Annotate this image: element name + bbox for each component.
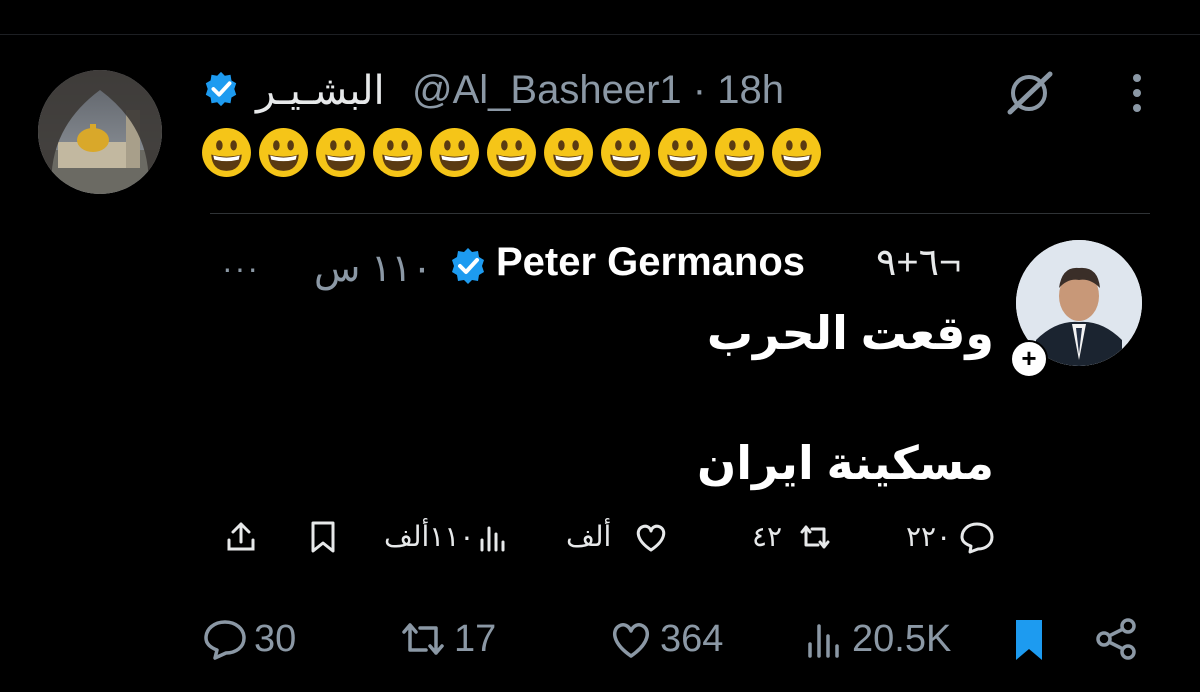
author-display-name[interactable]: البشـيـر bbox=[256, 68, 385, 114]
like-count: 364 bbox=[660, 618, 724, 660]
like-icon[interactable] bbox=[606, 614, 656, 664]
grinning-face-emoji bbox=[430, 128, 479, 177]
grinning-face-emoji bbox=[601, 128, 650, 177]
quoted-time: ١١٠ س bbox=[314, 248, 433, 290]
quoted-author-name-suffix: ٦+٩¬ bbox=[876, 242, 962, 284]
grinning-face-emoji bbox=[202, 128, 251, 177]
share-icon[interactable] bbox=[1092, 614, 1142, 664]
views-count: 20.5K bbox=[852, 618, 952, 660]
quoted-reply-icon[interactable] bbox=[958, 518, 996, 556]
quoted-text-line-2: مسكينة ايران bbox=[697, 437, 994, 489]
grinning-face-emoji bbox=[316, 128, 365, 177]
grinning-face-emoji bbox=[772, 128, 821, 177]
more-options-icon[interactable] bbox=[1124, 70, 1150, 116]
quoted-verified-badge-icon bbox=[452, 248, 484, 284]
quoted-views-count: ١١٠ألف bbox=[384, 521, 475, 552]
views-icon[interactable] bbox=[800, 614, 850, 664]
quoted-share-icon[interactable] bbox=[222, 518, 260, 556]
quoted-like-icon[interactable] bbox=[632, 518, 670, 556]
reply-count: 30 bbox=[254, 618, 297, 660]
author-handle-and-time[interactable]: @Al_Basheer1 · 18h bbox=[412, 68, 784, 113]
grok-icon[interactable] bbox=[1002, 66, 1056, 120]
bookmark-icon[interactable] bbox=[1004, 614, 1054, 664]
quoted-author-name[interactable]: Peter Germanos bbox=[496, 240, 805, 285]
quoted-more-icon[interactable]: ··· bbox=[222, 250, 260, 287]
reply-icon[interactable] bbox=[200, 614, 250, 664]
follow-plus-button[interactable]: + bbox=[1010, 340, 1048, 378]
grinning-face-emoji bbox=[487, 128, 536, 177]
quoted-bookmark-icon[interactable] bbox=[304, 518, 342, 556]
quoted-replies-count: ٢٢٠ bbox=[906, 521, 952, 552]
grinning-face-emoji bbox=[259, 128, 308, 177]
repost-count: 17 bbox=[454, 618, 497, 660]
quoted-likes-count: ألف bbox=[566, 521, 612, 552]
quoted-text-line-1: وقعت الحرب bbox=[706, 307, 994, 359]
quoted-views-icon[interactable] bbox=[474, 518, 512, 556]
author-avatar[interactable] bbox=[38, 70, 162, 194]
top-divider bbox=[0, 34, 1200, 35]
verified-badge-icon bbox=[205, 71, 237, 107]
grinning-face-emoji bbox=[715, 128, 764, 177]
grinning-face-emoji bbox=[658, 128, 707, 177]
grinning-face-emoji bbox=[373, 128, 422, 177]
repost-icon[interactable] bbox=[398, 614, 448, 664]
quoted-reposts-count: ٤٢ bbox=[752, 521, 783, 552]
quoted-repost-icon[interactable] bbox=[796, 518, 834, 556]
grinning-face-emoji bbox=[544, 128, 593, 177]
post-text-emojis bbox=[200, 126, 823, 182]
quote-divider bbox=[210, 213, 1150, 214]
